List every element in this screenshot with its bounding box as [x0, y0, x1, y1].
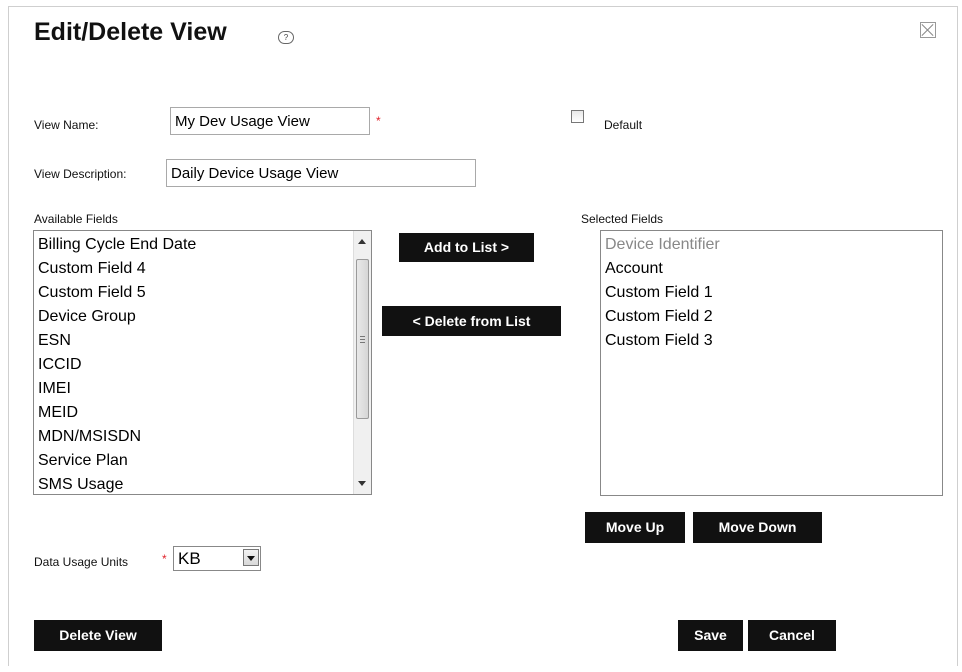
scroll-down-arrow-icon[interactable]	[358, 481, 366, 486]
list-item[interactable]: Custom Field 3	[601, 329, 942, 353]
available-fields-listbox[interactable]: Billing Cycle End Date Custom Field 4 Cust…	[33, 230, 372, 495]
required-asterisk: *	[162, 552, 167, 566]
list-item[interactable]: Billing Cycle End Date	[34, 233, 371, 257]
list-item[interactable]: SMS Usage	[34, 473, 371, 494]
list-item[interactable]: Device Group	[34, 305, 371, 329]
move-down-button[interactable]: Move Down	[693, 512, 822, 543]
move-up-button[interactable]: Move Up	[585, 512, 685, 543]
delete-from-list-button[interactable]: < Delete from List	[382, 306, 561, 336]
data-usage-units-label: Data Usage Units	[34, 555, 129, 569]
list-item[interactable]: MDN/MSISDN	[34, 425, 371, 449]
list-item[interactable]: ESN	[34, 329, 371, 353]
cancel-button[interactable]: Cancel	[748, 620, 836, 651]
list-item[interactable]: Custom Field 1	[601, 281, 942, 305]
default-label: Default	[604, 118, 643, 132]
list-item[interactable]: Custom Field 2	[601, 305, 942, 329]
add-to-list-button[interactable]: Add to List >	[399, 233, 534, 262]
list-item[interactable]: ICCID	[34, 353, 371, 377]
available-fields-label: Available Fields	[34, 212, 118, 226]
default-checkbox[interactable]	[571, 110, 584, 123]
select-value: KB	[178, 549, 201, 568]
list-item[interactable]: IMEI	[34, 377, 371, 401]
view-description-label: View Description:	[34, 167, 127, 181]
list-item[interactable]: Custom Field 5	[34, 281, 371, 305]
list-item[interactable]: Custom Field 4	[34, 257, 371, 281]
list-item[interactable]: Service Plan	[34, 449, 371, 473]
view-name-input[interactable]	[170, 107, 370, 135]
list-item[interactable]: Device Identifier	[601, 233, 942, 257]
selected-fields-label: Selected Fields	[581, 212, 664, 226]
available-fields-scrollbar[interactable]	[353, 231, 371, 494]
close-icon[interactable]	[920, 22, 936, 38]
delete-view-button[interactable]: Delete View	[34, 620, 162, 651]
selected-fields-listbox[interactable]: Device Identifier Account Custom Field 1 Cu…	[600, 230, 943, 496]
data-usage-units-select[interactable]: KB	[173, 546, 261, 571]
list-item[interactable]: MEID	[34, 401, 371, 425]
dialog-title: Edit/Delete View	[34, 18, 227, 46]
question-mark-icon[interactable]: ?	[278, 31, 294, 44]
list-item[interactable]: Account	[601, 257, 942, 281]
scroll-up-arrow-icon[interactable]	[358, 239, 366, 244]
scrollbar-thumb[interactable]	[356, 259, 369, 419]
view-name-label: View Name:	[34, 118, 99, 132]
dropdown-arrow-icon[interactable]	[243, 549, 259, 566]
view-description-input[interactable]	[166, 159, 476, 187]
required-asterisk: *	[376, 114, 381, 128]
save-button[interactable]: Save	[678, 620, 743, 651]
